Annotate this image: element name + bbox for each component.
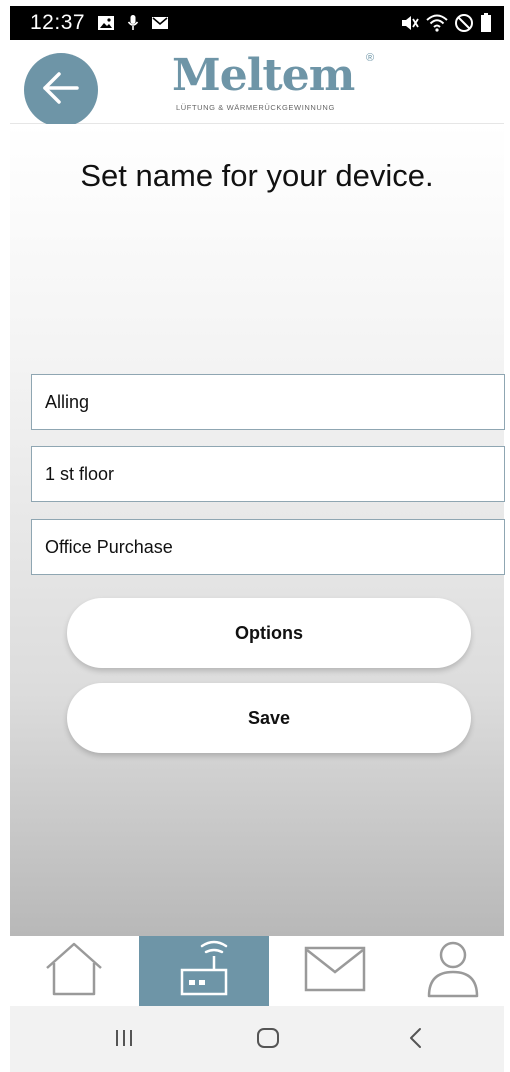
device-name-field-2[interactable] [31,446,505,502]
recents-icon [112,1027,136,1054]
tab-user[interactable] [401,936,504,1006]
home-icon [255,1026,281,1055]
image-icon [97,15,115,31]
mute-icon [400,14,420,32]
user-icon [426,940,480,1003]
main-content: Set name for your device. Options Save [10,124,505,936]
back-icon [406,1026,426,1055]
app-header: Meltem ® LÜFTUNG & WÄRMERÜCKGEWINNUNG [10,40,504,127]
mail-icon [151,15,169,31]
tab-bar [10,936,504,1006]
back-button[interactable] [24,53,98,127]
status-left-icons [97,14,169,32]
router-icon [174,938,234,1005]
battery-icon [480,13,492,33]
tab-home[interactable] [10,936,138,1006]
mail-icon [304,946,366,997]
home-icon [44,941,104,1002]
device-name-field-3[interactable] [31,519,505,575]
system-back-button[interactable] [386,1020,446,1060]
do-not-disturb-icon [454,13,474,33]
logo-tagline: LÜFTUNG & WÄRMERÜCKGEWINNUNG [176,103,335,112]
recents-button[interactable] [94,1020,154,1060]
options-button[interactable]: Options [67,598,471,668]
wifi-icon [426,14,448,32]
system-nav-bar [10,1006,504,1072]
system-home-button[interactable] [238,1020,298,1060]
arrow-left-icon [41,71,81,110]
tab-device[interactable] [139,936,269,1006]
status-right-icons [400,13,492,33]
microphone-icon [127,14,139,32]
page-title: Set name for your device. [80,158,434,193]
meltem-logo: Meltem ® LÜFTUNG & WÄRMERÜCKGEWINNUNG [170,50,390,120]
save-button[interactable]: Save [67,683,471,753]
logo-registered-mark: ® [366,52,375,64]
device-name-field-1[interactable] [31,374,505,430]
status-time: 12:37 [30,11,86,34]
tab-mail[interactable] [270,936,400,1006]
screen: 12:37 Meltem ® LÜFTUNG & WÄRMERÜCKGEWINN… [0,0,510,1072]
status-bar: 12:37 [10,6,504,40]
logo-wordmark: Meltem [172,50,355,101]
